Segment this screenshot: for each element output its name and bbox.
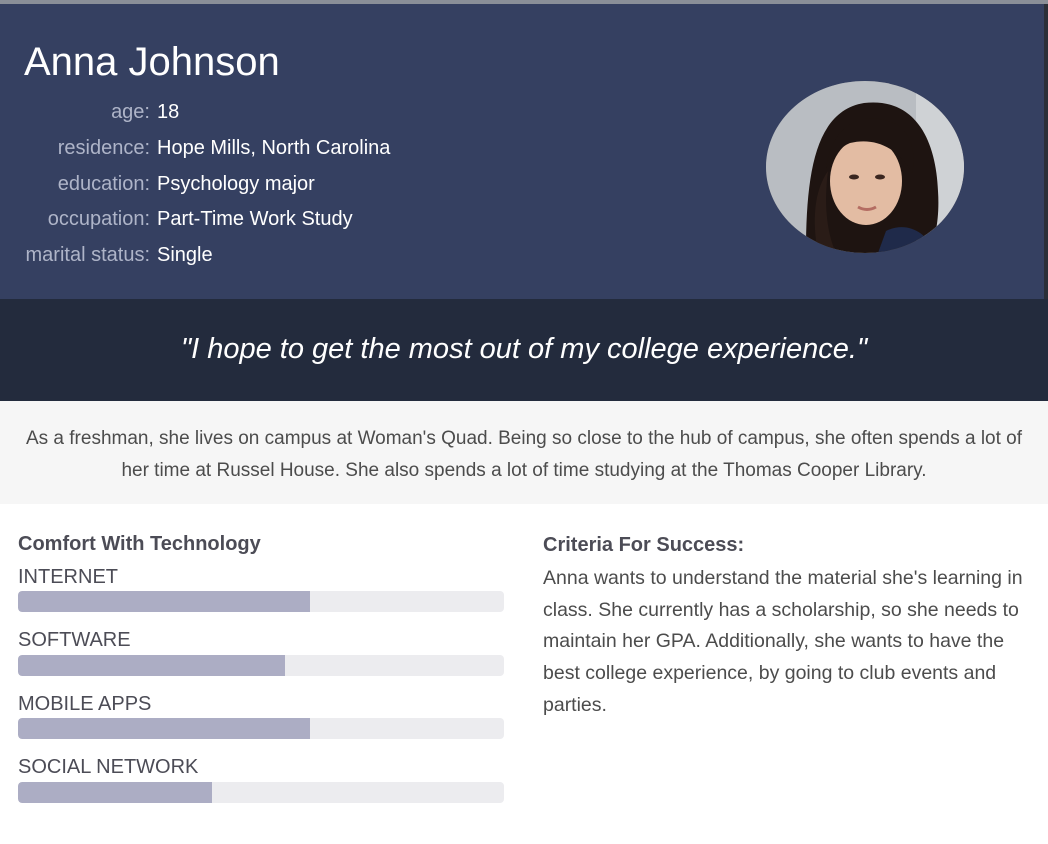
- detail-row-residence: residence: Hope Mills, North Carolina: [0, 136, 700, 160]
- detail-value: 18: [157, 101, 180, 123]
- persona-card: Anna Johnson age: 18 residence: Hope Mil…: [0, 0, 1048, 844]
- detail-label: occupation:: [47, 208, 150, 230]
- profile-header: Anna Johnson age: 18 residence: Hope Mil…: [0, 4, 1048, 299]
- persona-quote: "I hope to get the most out of my colleg…: [180, 333, 868, 365]
- detail-label: marital status:: [25, 244, 150, 266]
- quote-banner: "I hope to get the most out of my colleg…: [0, 299, 1048, 401]
- technology-section-title: Comfort With Technology: [18, 533, 261, 555]
- skill-bar-internet: [18, 591, 504, 612]
- detail-label: age:: [111, 101, 150, 123]
- detail-label: residence:: [57, 137, 150, 159]
- persona-bio: As a freshman, she lives on campus at Wo…: [25, 428, 1023, 481]
- skill-bar-social-network: [18, 782, 504, 803]
- skill-bar-fill: [18, 591, 310, 612]
- detail-row-marital-status: marital status: Single: [0, 243, 700, 267]
- detail-value: Hope Mills, North Carolina: [157, 137, 391, 159]
- criteria-text: Anna wants to understand the material sh…: [543, 567, 1023, 716]
- detail-value: Psychology major: [157, 173, 315, 195]
- detail-row-occupation: occupation: Part-Time Work Study: [0, 207, 700, 231]
- criteria-section-title: Criteria For Success:: [543, 534, 745, 556]
- detail-row-education: education: Psychology major: [0, 172, 700, 196]
- person-photo-illustration: [766, 81, 964, 253]
- skill-bar-mobile-apps: [18, 718, 504, 739]
- skill-bar-fill: [18, 782, 213, 803]
- detail-value: Part-Time Work Study: [157, 208, 353, 230]
- skill-bar-software: [18, 655, 504, 676]
- detail-row-age: age: 18: [0, 100, 700, 124]
- bio-section: As a freshman, she lives on campus at Wo…: [0, 401, 1048, 504]
- skill-label-social-network: SOCIAL NETWORK: [18, 756, 199, 778]
- skill-bar-fill: [18, 655, 286, 676]
- detail-label: education:: [57, 173, 150, 195]
- skill-bar-fill: [18, 718, 310, 739]
- skill-label-internet: INTERNET: [18, 566, 118, 588]
- detail-value: Single: [157, 244, 213, 266]
- person-photo-icon: [766, 81, 964, 253]
- skill-label-software: SOFTWARE: [18, 629, 131, 651]
- skill-label-mobile-apps: MOBILE APPS: [18, 693, 152, 715]
- persona-name: Anna Johnson: [24, 40, 280, 84]
